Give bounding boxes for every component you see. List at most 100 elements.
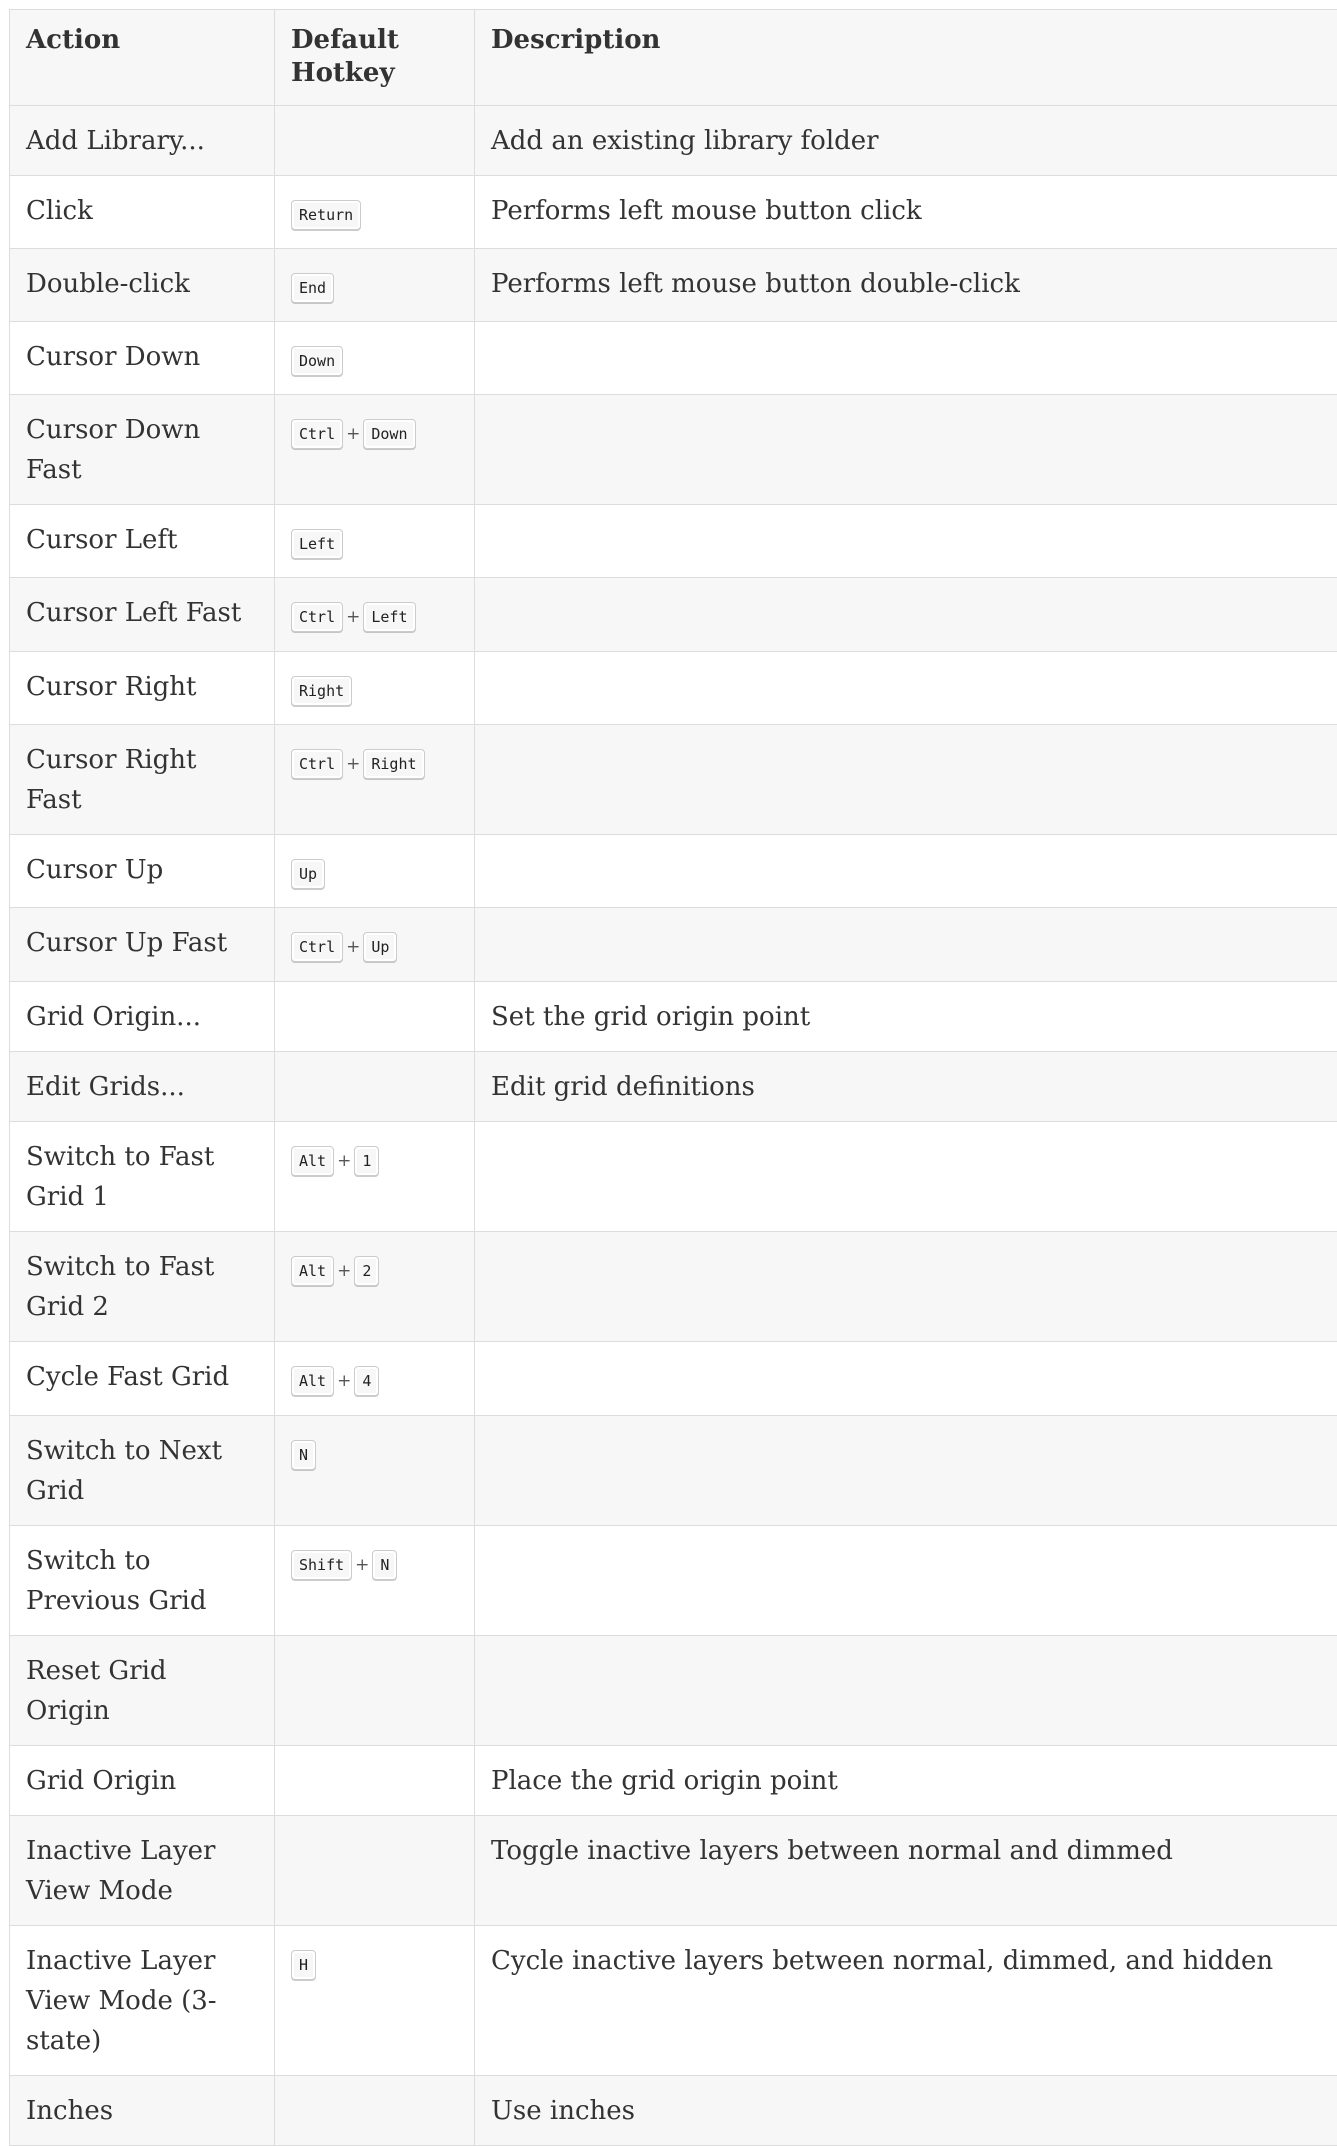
table-row: Cursor Up FastCtrl+Up xyxy=(10,908,1337,982)
table-row: Switch to Previous GridShift+N xyxy=(10,1526,1337,1636)
keycap: 4 xyxy=(354,1366,379,1396)
table-body: Add Library... Add an existing library fo… xyxy=(10,106,1337,2146)
description-cell xyxy=(475,1342,1337,1416)
hotkey-cell xyxy=(275,2076,475,2146)
keycap: H xyxy=(291,1950,316,1980)
table-row: Add Library... Add an existing library fo… xyxy=(10,106,1337,176)
hotkey-cell xyxy=(275,1052,475,1122)
header-row: Action Default Hotkey Description xyxy=(10,10,1337,106)
key-separator: + xyxy=(334,1141,354,1181)
description-cell xyxy=(475,1122,1337,1232)
keycap: Return xyxy=(291,200,361,230)
table-row: Cursor DownDown xyxy=(10,322,1337,395)
action-cell: Inactive Layer View Mode (3-state) xyxy=(10,1926,275,2076)
keycap: Right xyxy=(363,749,424,779)
action-cell: Edit Grids... xyxy=(10,1052,275,1122)
keycap: Alt xyxy=(291,1366,334,1396)
keycap: Down xyxy=(291,346,343,376)
action-cell: Cursor Down Fast xyxy=(10,395,275,505)
table-row: Switch to Fast Grid 1Alt+1 xyxy=(10,1122,1337,1232)
hotkey-cell xyxy=(275,1816,475,1926)
description-cell xyxy=(475,1526,1337,1636)
keycap: Ctrl xyxy=(291,749,343,779)
keycap: End xyxy=(291,273,334,303)
keycap: Left xyxy=(291,529,343,559)
key-separator: + xyxy=(343,597,363,637)
table-row: Cursor LeftLeft xyxy=(10,505,1337,578)
key-separator: + xyxy=(334,1251,354,1291)
hotkey-cell: Ctrl+Left xyxy=(275,578,475,652)
action-cell: Cursor Up Fast xyxy=(10,908,275,982)
hotkey-cell: Alt+2 xyxy=(275,1232,475,1342)
keycap: Ctrl xyxy=(291,932,343,962)
column-header-action: Action xyxy=(10,10,275,106)
action-cell: Grid Origin... xyxy=(10,982,275,1052)
description-cell xyxy=(475,835,1337,908)
key-separator: + xyxy=(343,414,363,454)
action-cell: Switch to Next Grid xyxy=(10,1416,275,1526)
table-row: Edit Grids... Edit grid definitions xyxy=(10,1052,1337,1122)
keycap: Up xyxy=(291,859,325,889)
table-row: Cycle Fast GridAlt+4 xyxy=(10,1342,1337,1416)
table-row: Double-click End Performs left mouse butto… xyxy=(10,249,1337,322)
description-cell: Add an existing library folder xyxy=(475,106,1337,176)
description-cell xyxy=(475,725,1337,835)
action-cell: Cursor Right xyxy=(10,652,275,725)
table-row: Inactive Layer View Mode Toggle inactive … xyxy=(10,1816,1337,1926)
key-separator: + xyxy=(343,927,363,967)
hotkey-cell: End xyxy=(275,249,475,322)
action-cell: Cursor Right Fast xyxy=(10,725,275,835)
hotkey-cell: N xyxy=(275,1416,475,1526)
hotkey-cell: Right xyxy=(275,652,475,725)
description-cell xyxy=(475,505,1337,578)
action-cell: Cursor Left Fast xyxy=(10,578,275,652)
description-cell xyxy=(475,908,1337,982)
hotkey-cell: Ctrl+Right xyxy=(275,725,475,835)
description-cell: Cycle inactive layers between normal, di… xyxy=(475,1926,1337,2076)
hotkey-cell xyxy=(275,106,475,176)
key-separator: + xyxy=(334,1361,354,1401)
hotkey-cell: Alt+1 xyxy=(275,1122,475,1232)
hotkey-cell xyxy=(275,1746,475,1816)
action-cell: Cycle Fast Grid xyxy=(10,1342,275,1416)
action-cell: Switch to Previous Grid xyxy=(10,1526,275,1636)
keycap: Ctrl xyxy=(291,602,343,632)
hotkey-cell: Left xyxy=(275,505,475,578)
action-cell: Add Library... xyxy=(10,106,275,176)
column-header-default-hotkey: Default Hotkey xyxy=(275,10,475,106)
description-cell xyxy=(475,578,1337,652)
description-cell: Performs left mouse button click xyxy=(475,176,1337,249)
action-cell: Inactive Layer View Mode xyxy=(10,1816,275,1926)
hotkey-cell: Ctrl+Down xyxy=(275,395,475,505)
hotkey-cell: Shift+N xyxy=(275,1526,475,1636)
table-row: Switch to Next Grid N xyxy=(10,1416,1337,1526)
action-cell: Switch to Fast Grid 1 xyxy=(10,1122,275,1232)
keycap: Left xyxy=(363,602,415,632)
key-separator: + xyxy=(352,1545,372,1585)
hotkey-cell xyxy=(275,982,475,1052)
hotkey-cell xyxy=(275,1636,475,1746)
description-cell: Edit grid definitions xyxy=(475,1052,1337,1122)
action-cell: Reset Grid Origin xyxy=(10,1636,275,1746)
column-header-description: Description xyxy=(475,10,1337,106)
action-cell: Grid Origin xyxy=(10,1746,275,1816)
keycap: 2 xyxy=(354,1256,379,1286)
keycap: Alt xyxy=(291,1146,334,1176)
hotkey-cell: Down xyxy=(275,322,475,395)
description-cell: Performs left mouse button double-click xyxy=(475,249,1337,322)
description-cell xyxy=(475,652,1337,725)
keycap: N xyxy=(291,1440,316,1470)
table-header: Action Default Hotkey Description xyxy=(10,10,1337,106)
hotkey-cell: Alt+4 xyxy=(275,1342,475,1416)
table-row: Cursor Right FastCtrl+Right xyxy=(10,725,1337,835)
description-cell xyxy=(475,1232,1337,1342)
keycap: Down xyxy=(363,419,415,449)
table-row: Cursor RightRight xyxy=(10,652,1337,725)
description-cell: Toggle inactive layers between normal an… xyxy=(475,1816,1337,1926)
keycap: Ctrl xyxy=(291,419,343,449)
action-cell: Inches xyxy=(10,2076,275,2146)
description-cell: Use inches xyxy=(475,2076,1337,2146)
action-cell: Double-click xyxy=(10,249,275,322)
action-cell: Switch to Fast Grid 2 xyxy=(10,1232,275,1342)
table-row: Cursor UpUp xyxy=(10,835,1337,908)
